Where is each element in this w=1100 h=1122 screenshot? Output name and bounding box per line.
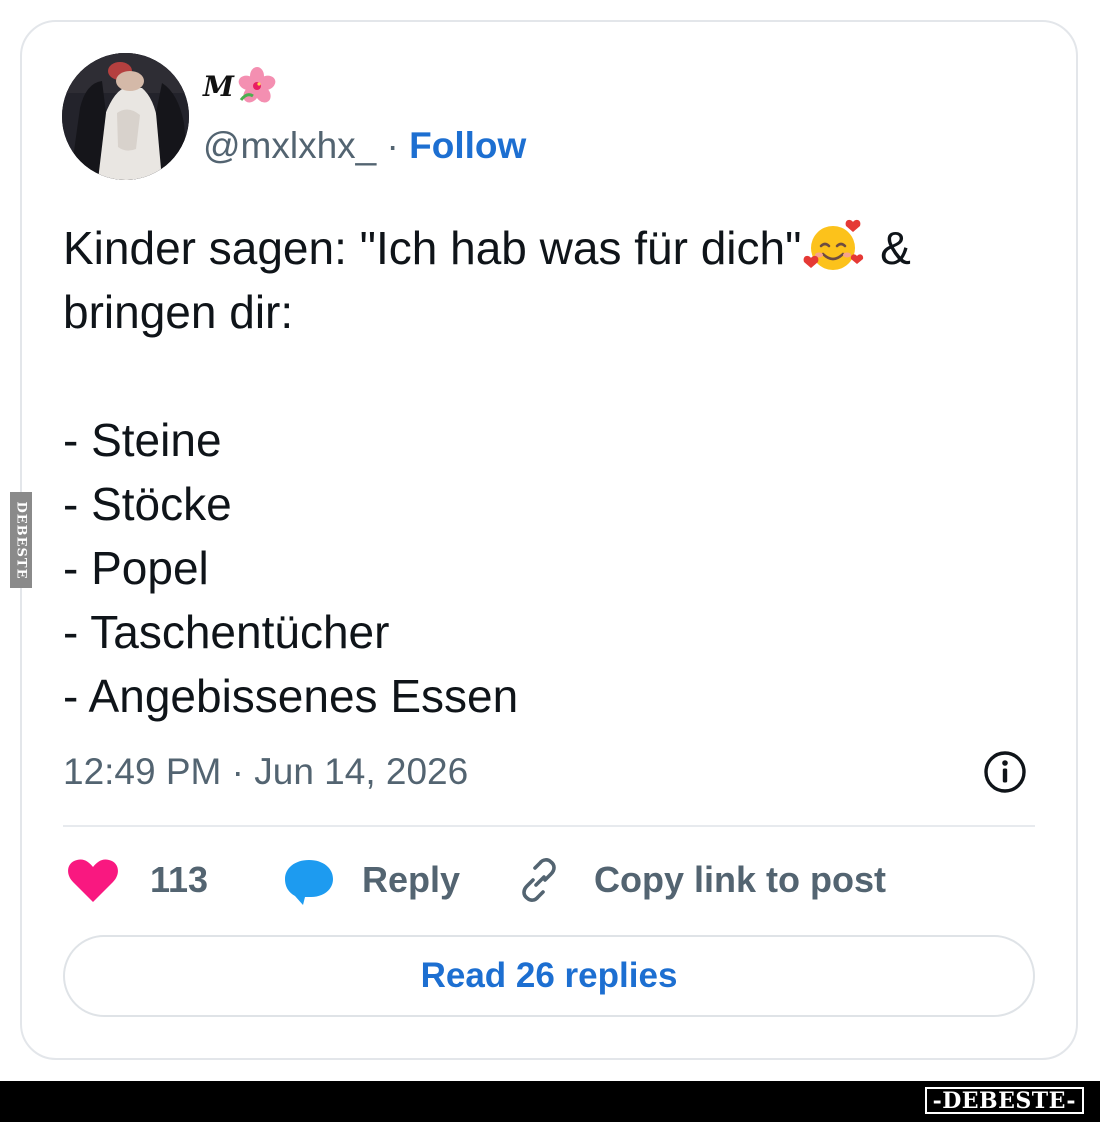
avatar-photo [62,53,189,180]
hibiscus-flower-icon [238,67,276,103]
link-icon [522,858,556,902]
read-replies-button[interactable]: Read 26 replies [63,935,1035,1017]
user-handle[interactable]: @mxlxhx_ [203,125,376,166]
tweet-text: Kinder sagen: "Ich hab was für dich" & b… [63,216,1053,728]
action-bar: 113 Reply Copy link to post [63,850,1043,910]
list-item: - Taschentücher [63,606,390,658]
heart-icon [68,859,118,902]
list-item: - Stöcke [63,478,232,530]
handle-separator: · [376,125,410,166]
copy-link-button[interactable]: Copy link to post [511,850,886,910]
list-item: - Steine [63,414,222,466]
handle-row: @mxlxhx_ · Follow [203,122,526,170]
tweet-line-1-text: Kinder sagen: "Ich hab was für dich" [63,222,802,274]
bottom-watermark-bar: -DEBESTE- [0,1081,1100,1122]
tweet-line-1-tail: & [867,222,911,274]
display-name[interactable]: M [203,62,277,110]
copy-link-label: Copy link to post [594,859,886,900]
avatar[interactable] [62,53,189,180]
tweet-line-1: Kinder sagen: "Ich hab was für dich" & [63,216,1053,280]
reply-label: Reply [362,859,461,900]
info-icon[interactable] [982,749,1028,795]
side-watermark-text: DEBESTE [13,500,29,580]
smiling-face-with-hearts-icon [804,219,864,270]
like-button[interactable]: 113 [63,850,208,910]
watermark-logo: -DEBESTE- [924,1087,1084,1114]
reply-button[interactable]: Reply [281,850,460,910]
divider [63,825,1035,827]
tweet-line-2: bringen dir: [63,286,294,338]
screenshot-stage: M @mxlxhx_ · Follow Kinder sagen: "Ich h… [0,0,1100,1122]
display-name-text: M [203,69,234,103]
speech-bubble-icon [285,860,333,905]
side-watermark: DEBESTE [10,492,32,588]
list-item: - Angebissenes Essen [63,670,519,722]
like-count: 113 [150,859,209,900]
tweet-timestamp[interactable]: 12:49 PM · Jun 14, 2026 [63,748,468,796]
follow-button[interactable]: Follow [409,125,526,166]
list-item: - Popel [63,542,209,594]
